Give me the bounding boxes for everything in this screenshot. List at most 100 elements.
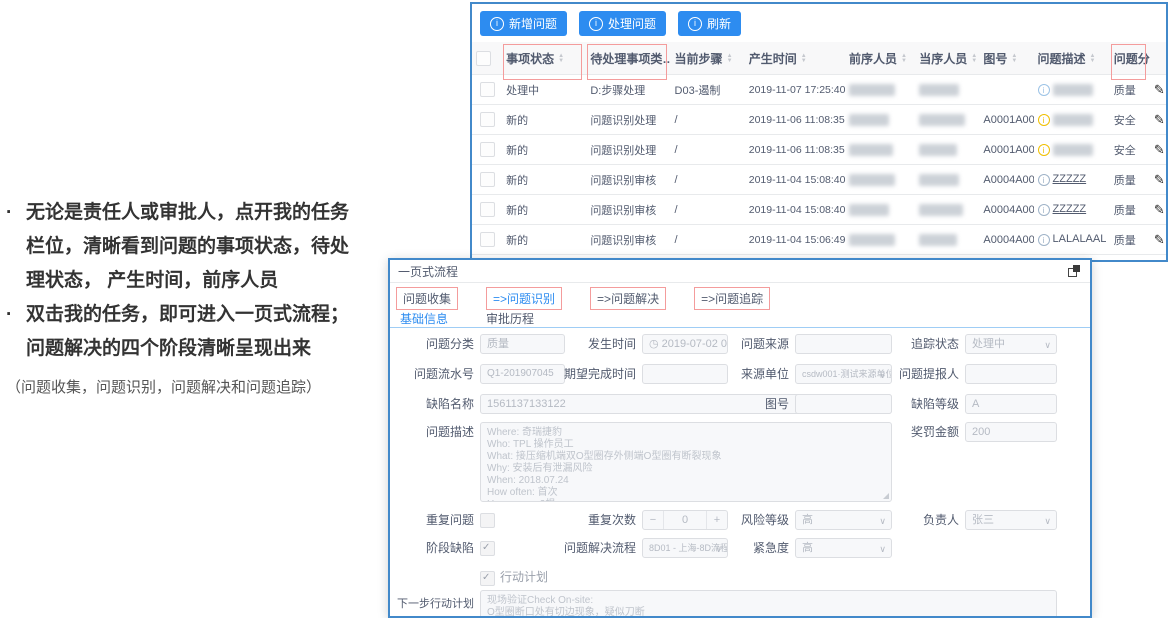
cell-drawing-no <box>979 75 1033 105</box>
flow-tab-4[interactable]: =>问题追踪 <box>694 287 770 310</box>
toolbar-button-3[interactable]: i刷新 <box>678 11 741 36</box>
note-text: 无论是责任人或审批人，点开我的任务 <box>26 196 349 230</box>
row-checkbox[interactable] <box>480 202 495 217</box>
sort-icon[interactable]: ▲▼ <box>801 54 807 64</box>
reporter-label: 问题提报人 <box>868 364 959 384</box>
sort-icon[interactable]: ▲▼ <box>901 54 907 64</box>
reward-amount-input[interactable]: 200 <box>965 422 1057 442</box>
repeat-problem-checkbox[interactable] <box>480 513 495 528</box>
table-row[interactable]: 新的问题识别审核/2019-11-04 15:06:49A0004A000iLA… <box>472 225 1166 255</box>
header-checkbox-cell[interactable] <box>472 42 502 75</box>
table-row[interactable]: 处理中D:步骤处理D03-遏制2019-11-07 17:25:40i质量✎ <box>472 75 1166 105</box>
problem-category-label: 问题分类 <box>390 334 474 354</box>
flow-tab-2[interactable]: =>问题识别 <box>486 287 562 310</box>
cell-created-time: 2019-11-06 11:08:35 <box>745 135 845 165</box>
one-page-flow-dialog: 一页式流程 问题收集=>问题识别=>问题解决=>问题追踪 基础信息审批历程 问题… <box>388 258 1092 618</box>
edit-pencil-icon[interactable]: ✎ <box>1154 172 1165 187</box>
column-header[interactable]: 产生时间▲▼ <box>745 42 845 75</box>
table-row[interactable]: 新的问题识别处理/2019-11-06 11:08:35A0001A000i安全… <box>472 105 1166 135</box>
redacted-text <box>1053 84 1093 96</box>
column-header[interactable]: 图号▲▼ <box>979 42 1033 75</box>
info-circle-icon: i <box>1038 234 1050 246</box>
info-circle-icon: i <box>1038 114 1050 126</box>
column-header[interactable]: 当序人员▲▼ <box>915 42 979 75</box>
edit-pencil-icon[interactable]: ✎ <box>1154 262 1165 263</box>
action-plan-label: 行动计划 <box>500 568 548 585</box>
redacted-text <box>849 84 895 96</box>
defect-level-input[interactable]: A <box>965 394 1057 414</box>
edit-pencil-icon[interactable]: ✎ <box>1154 202 1165 217</box>
table-row[interactable]: 新的问题识别处理/2019-11-06 11:08:35A0001A000i安全… <box>472 135 1166 165</box>
sort-icon[interactable]: ▲▼ <box>971 54 977 64</box>
column-header[interactable]: 事项状态▲▼ <box>502 42 586 75</box>
button-label: 刷新 <box>707 15 731 32</box>
owner-select[interactable]: 张三 ∨ <box>965 510 1057 530</box>
sort-icon[interactable]: ▲▼ <box>1090 54 1096 64</box>
problem-desc-link[interactable]: ZZZZZ <box>1053 203 1087 215</box>
redacted-text <box>919 234 957 246</box>
cell-prev-person <box>845 105 915 135</box>
row-checkbox[interactable] <box>480 82 495 97</box>
serial-no-label: 问题流水号 <box>390 364 474 384</box>
circle-info-icon: i <box>490 17 504 31</box>
column-header[interactable]: 当前步骤▲▼ <box>671 42 745 75</box>
edit-pencil-icon[interactable]: ✎ <box>1154 112 1165 127</box>
toolbar-button-1[interactable]: i新增问题 <box>480 11 567 36</box>
reward-amount-label: 奖罚金额 <box>868 422 959 442</box>
urgency-select[interactable]: 高 ∨ <box>795 538 892 558</box>
redacted-text <box>1053 144 1093 156</box>
sort-down-icon: ▼ <box>727 59 733 64</box>
column-header[interactable]: 问题分类 <box>1110 42 1150 75</box>
sub-tab-1[interactable]: 基础信息 <box>400 310 448 327</box>
cell-pending-type: 问题识别审核 <box>586 195 670 225</box>
left-notes: ·无论是责任人或审批人，点开我的任务栏位，清晰看到问题的事项状态，待处理状态， … <box>6 196 406 405</box>
redacted-text <box>849 204 889 216</box>
cell-current-person <box>915 105 979 135</box>
reporter-input[interactable] <box>965 364 1057 384</box>
info-circle-icon: i <box>1038 144 1050 156</box>
flow-tab-1[interactable]: 问题收集 <box>396 287 458 310</box>
action-plan-checkbox[interactable]: ✓ <box>480 571 495 586</box>
sub-tab-2[interactable]: 审批历程 <box>486 310 534 327</box>
sort-icon[interactable]: ▲▼ <box>727 54 733 64</box>
select-all-checkbox[interactable] <box>476 51 491 66</box>
column-header[interactable]: 待处理事项类…▲▼ <box>586 42 670 75</box>
column-header[interactable]: 前序人员 ▲▼ <box>845 42 915 75</box>
edit-pencil-icon[interactable]: ✎ <box>1154 142 1165 157</box>
sort-icon[interactable]: ▲▼ <box>558 54 564 64</box>
table-row[interactable]: 新的问题识别审核/2019-11-04 15:08:40A0004A000iZZ… <box>472 165 1166 195</box>
restore-window-icon[interactable] <box>1068 265 1080 277</box>
row-checkbox[interactable] <box>480 172 495 187</box>
redacted-text <box>919 204 963 216</box>
row-checkbox-cell <box>472 105 502 135</box>
edit-pencil-icon[interactable]: ✎ <box>1154 82 1165 97</box>
row-checkbox[interactable] <box>480 112 495 127</box>
cell-created-time: 2019-11-07 17:25:40 <box>745 75 845 105</box>
button-label: 处理问题 <box>608 15 656 32</box>
column-header-label: 前序人员 <box>849 52 897 66</box>
edit-cell: ✎ <box>1150 255 1166 263</box>
flow-tab-3[interactable]: =>问题解决 <box>590 287 666 310</box>
row-checkbox-cell <box>472 195 502 225</box>
problem-desc-link[interactable]: ZZZZZ <box>1053 173 1087 185</box>
sort-icon[interactable]: ▲▼ <box>1011 54 1017 64</box>
edit-pencil-icon[interactable]: ✎ <box>1154 232 1165 247</box>
row-checkbox[interactable] <box>480 232 495 247</box>
tab-underline <box>390 327 1090 328</box>
cell-category: 安全 <box>1110 105 1150 135</box>
minus-button[interactable]: − <box>643 511 664 529</box>
column-header[interactable]: 问题描述▲▼ <box>1034 42 1110 75</box>
track-status-select[interactable]: 处理中 ∨ <box>965 334 1057 354</box>
repeat-count-label: 重复次数 <box>540 510 636 530</box>
track-status-label: 追踪状态 <box>868 334 959 354</box>
row-checkbox[interactable] <box>480 142 495 157</box>
table-row[interactable]: 新的问题识别审核/2019-11-04 15:08:40A0004A000iZZ… <box>472 195 1166 225</box>
sort-down-icon: ▼ <box>971 59 977 64</box>
toolbar-button-2[interactable]: i处理问题 <box>579 11 666 36</box>
note-line: ·无论是责任人或审批人，点开我的任务 <box>6 196 406 230</box>
redacted-text <box>849 144 893 156</box>
next-action-textarea[interactable]: 现场验证Check On-site: O型圈断口处有切边现象，疑似刀断 <box>480 590 1057 618</box>
description-textarea[interactable]: Where: 奇瑞捷豹 Who: TPL 操作员工 What: 接压缩机端双O型… <box>480 422 892 502</box>
stage-defect-checkbox[interactable]: ✓ <box>480 541 495 556</box>
occur-time-label: 发生时间 <box>540 334 636 354</box>
